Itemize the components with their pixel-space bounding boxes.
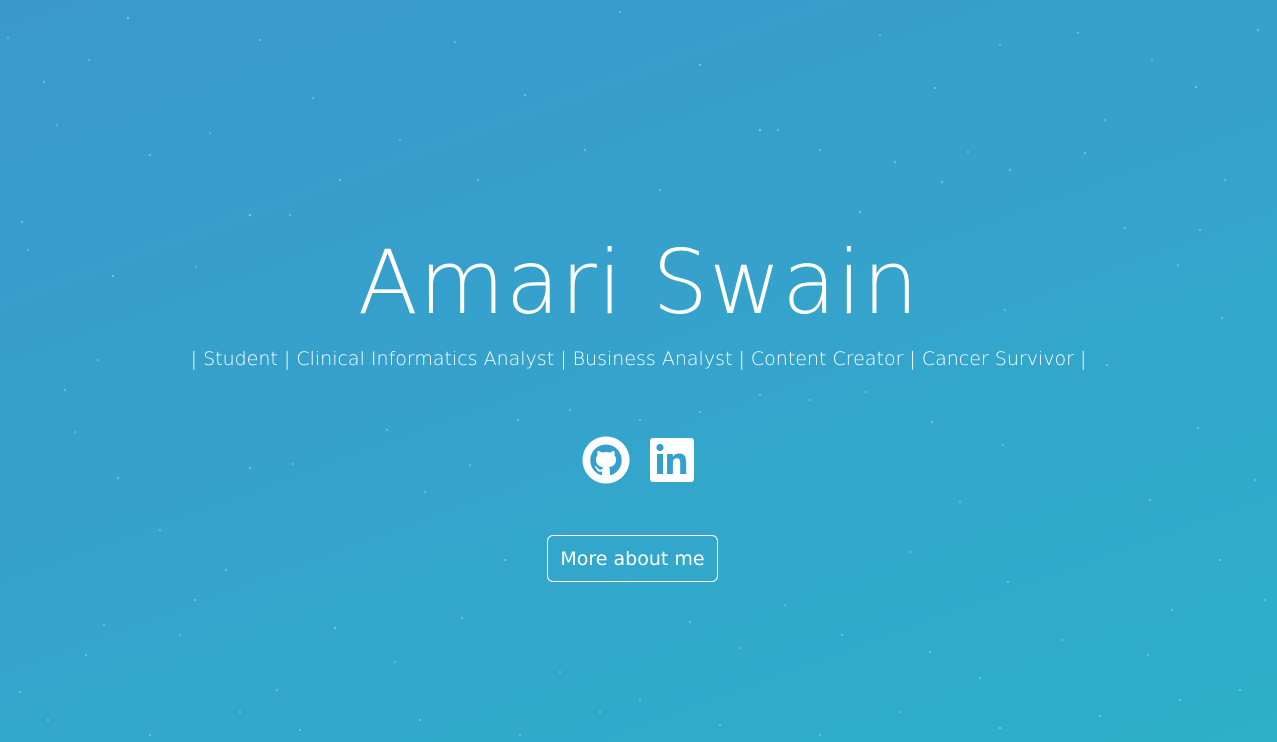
- hero-section: Amari Swain | Student | Clinical Informa…: [0, 0, 1277, 742]
- social-links: [0, 436, 1277, 484]
- hero-roles-tagline: | Student | Clinical Informatics Analyst…: [190, 348, 1087, 370]
- github-link[interactable]: [582, 436, 630, 484]
- linkedin-link[interactable]: [648, 436, 696, 484]
- more-about-me-button[interactable]: More about me: [547, 535, 718, 582]
- linkedin-icon: [649, 438, 694, 482]
- github-icon: [582, 436, 629, 484]
- hero-name: Amari Swain: [357, 231, 920, 334]
